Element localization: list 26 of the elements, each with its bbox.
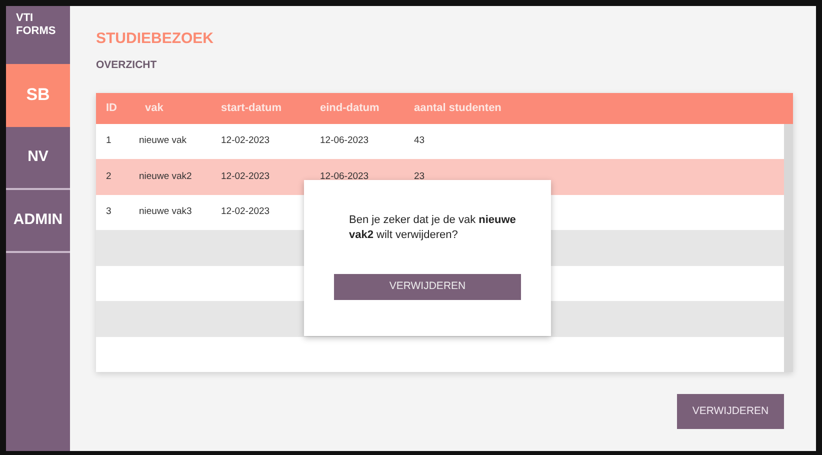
table-cell-text: nieuwe vak3 (138, 205, 193, 220)
table-cell-text: 43 (414, 134, 426, 148)
column-header: start-datum (221, 101, 283, 116)
page-subtitle: OVERZICHT (96, 58, 158, 73)
table-cell-text: 12-06-2023 (320, 134, 370, 148)
column-header: eind-datum (320, 101, 380, 116)
dialog-message: Ben je zeker dat je de vak nieuwe vak2 wilt verwijderen? (349, 213, 517, 244)
table-cell-text: 2 (105, 170, 112, 184)
delete-button[interactable]: VERWIJDEREN (677, 394, 784, 430)
confirm-delete-button[interactable]: VERWIJDEREN (334, 274, 521, 300)
scrollbar[interactable] (784, 124, 793, 372)
table-cell-text: nieuwe vak (138, 134, 188, 148)
app-logo: VTI FORMS (15, 11, 57, 39)
page-title: STUDIEBEZOEK (96, 30, 215, 48)
table-cell-text: 3 (105, 205, 112, 220)
table-cell-text: 12-02-2023 (221, 205, 271, 220)
table-cell-text: 12-02-2023 (221, 170, 271, 184)
column-header: ID (105, 101, 118, 116)
table-cell-text: 12-02-2023 (221, 134, 271, 148)
table-cell-text: 23 (414, 170, 426, 184)
table-row[interactable]: 1 nieuwe vak 12-02-2023 12-06-2023 43 (96, 124, 784, 160)
table-cell-text: 12-06-2023 (320, 170, 370, 184)
column-header: aantal studenten (414, 101, 502, 116)
column-header: vak (144, 101, 164, 116)
table-cell-text: 1 (105, 134, 112, 148)
table-cell-text: nieuwe vak2 (138, 170, 193, 184)
